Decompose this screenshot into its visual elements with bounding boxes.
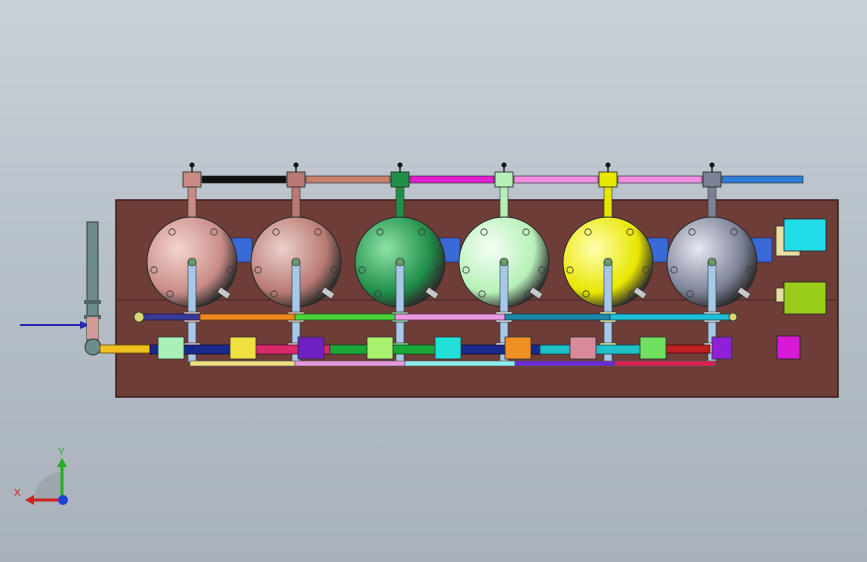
- side-box-magenta: [776, 335, 801, 360]
- manifold-box-3: [297, 336, 325, 360]
- bottom-return-pipe-3: [404, 360, 516, 367]
- manifold-box-2: [229, 336, 257, 360]
- tank-outlet-nozzle: [395, 257, 405, 267]
- tank-riser: [291, 182, 301, 220]
- tank-riser: [603, 182, 613, 220]
- valve-handwheel-icon[interactable]: [605, 162, 611, 168]
- tank-riser: [499, 182, 509, 220]
- header-valve[interactable]: [182, 171, 202, 188]
- valve-handwheel-icon[interactable]: [293, 162, 299, 168]
- header-segment: [617, 175, 703, 184]
- axis-triad: Y X: [14, 447, 68, 505]
- tank-outlet-nozzle: [707, 257, 717, 267]
- manifold-box-7: [569, 336, 597, 360]
- manifold-upper-pipe-3: [294, 313, 396, 321]
- y-axis-arrowhead: [57, 458, 67, 467]
- x-axis-arrowhead: [25, 495, 34, 505]
- tank-outlet-nozzle: [603, 257, 613, 267]
- manifold-upper-pipe-4: [394, 313, 506, 321]
- manifold-box-9: [711, 336, 733, 360]
- tank-outlet-nozzle: [291, 257, 301, 267]
- manifold-box-1: [157, 336, 185, 360]
- y-axis-label: Y: [58, 447, 65, 458]
- header-valve[interactable]: [286, 171, 306, 188]
- x-axis-label: X: [14, 488, 21, 499]
- valve-handwheel-icon[interactable]: [189, 162, 195, 168]
- inlet-flange-1: [84, 300, 101, 304]
- manifold-upper-pipe-2: [199, 313, 296, 321]
- inlet-assembly: [20, 221, 102, 356]
- manifold-box-6: [504, 336, 532, 360]
- bottom-return-pipe-4: [514, 360, 616, 367]
- manifold-upper-pipe-5: [504, 313, 611, 321]
- side-box-green: [783, 281, 827, 315]
- inlet-elbow: [84, 338, 102, 356]
- header-valve[interactable]: [598, 171, 618, 188]
- manifold-box-8: [639, 336, 667, 360]
- manifold-upper-pipe-6: [609, 313, 731, 321]
- tank-riser: [187, 182, 197, 220]
- manifold-upper-end-left: [133, 311, 145, 323]
- header-valve[interactable]: [702, 171, 722, 188]
- manifold-upper-end-right: [728, 312, 738, 322]
- inlet-pink-section: [87, 317, 98, 339]
- manifold-upper-pipe-1: [139, 313, 201, 321]
- tank-outlet-nozzle: [499, 257, 509, 267]
- bottom-return-pipe-5: [614, 360, 716, 367]
- header-segment: [721, 175, 804, 184]
- tank-riser: [395, 182, 405, 220]
- manifold-box-5: [434, 336, 462, 360]
- valve-handwheel-icon[interactable]: [501, 162, 507, 168]
- header-valve[interactable]: [390, 171, 410, 188]
- side-box-cyan: [783, 218, 827, 252]
- z-axis-dot: [58, 495, 68, 505]
- header-segment: [305, 175, 391, 184]
- header-valve[interactable]: [494, 171, 514, 188]
- cad-viewport[interactable]: Y X: [0, 0, 867, 562]
- triad-plane: [34, 472, 62, 500]
- bottom-return-pipe-2: [294, 360, 406, 367]
- header-segment: [201, 175, 287, 184]
- bottom-return-pipe-1: [189, 360, 296, 367]
- manifold-box-4: [366, 336, 394, 360]
- tank-outlet-nozzle: [187, 257, 197, 267]
- header-segment: [513, 175, 599, 184]
- valve-handwheel-icon[interactable]: [397, 162, 403, 168]
- header-segment: [409, 175, 495, 184]
- valve-handwheel-icon[interactable]: [709, 162, 715, 168]
- tank-riser: [707, 182, 717, 220]
